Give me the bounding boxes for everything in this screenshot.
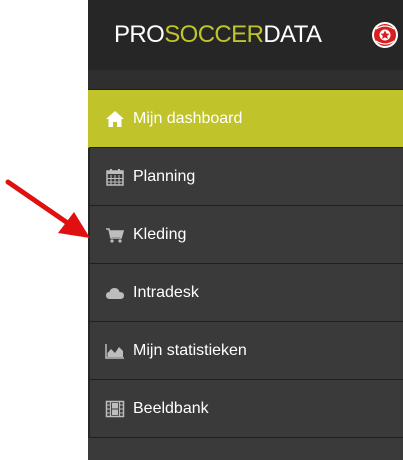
sidebar-nav: Mijn dashboard Planning Kleding Intrades… — [88, 70, 403, 460]
nav-item-mijn-dashboard[interactable]: Mijn dashboard — [88, 90, 403, 148]
cloud-icon — [105, 284, 125, 302]
nav-spacer — [88, 70, 403, 90]
calendar-icon — [105, 168, 125, 186]
nav-item-kleding[interactable]: Kleding — [88, 206, 403, 264]
red-arrow-icon — [5, 179, 90, 238]
brand-text-data: DATA — [263, 21, 322, 48]
nav-item-beeldbank[interactable]: Beeldbank — [88, 380, 403, 438]
brand-text-soccer: SOCCER — [164, 21, 264, 48]
area-chart-icon — [105, 342, 125, 360]
brand-logo[interactable]: PROSOCCERDATA — [114, 21, 322, 49]
club-badge-icon[interactable] — [371, 21, 399, 49]
nav-item-label: Kleding — [133, 225, 187, 243]
app-header: PROSOCCERDATA — [88, 0, 403, 70]
shopping-cart-icon — [105, 226, 125, 244]
home-icon — [105, 110, 125, 128]
nav-item-label: Intradesk — [133, 283, 199, 301]
nav-item-label: Mijn statistieken — [133, 341, 247, 359]
nav-item-mijn-statistieken[interactable]: Mijn statistieken — [88, 322, 403, 380]
film-icon — [105, 400, 125, 418]
nav-item-label: Mijn dashboard — [133, 109, 243, 127]
nav-item-intradesk[interactable]: Intradesk — [88, 264, 403, 322]
nav-item-label: Beeldbank — [133, 399, 209, 417]
nav-item-label: Planning — [133, 167, 196, 185]
brand-text-pro: PRO — [114, 21, 165, 48]
nav-item-planning[interactable]: Planning — [88, 148, 403, 206]
